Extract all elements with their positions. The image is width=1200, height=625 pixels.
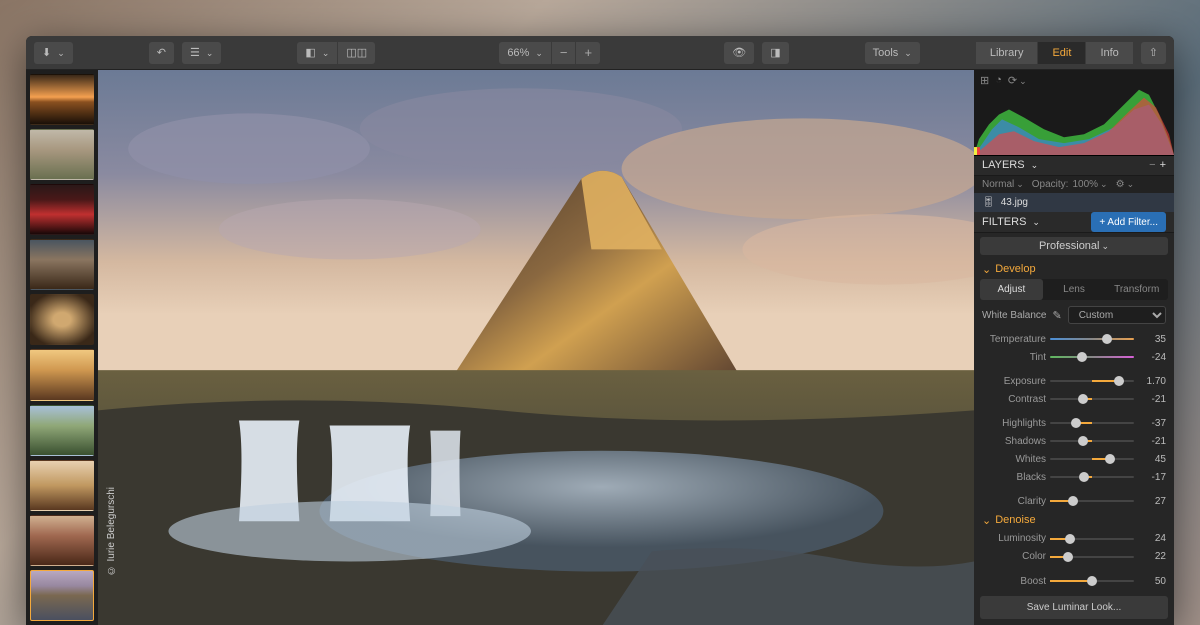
zoom-in-button[interactable]: + — [576, 42, 600, 64]
thumbnail[interactable] — [30, 184, 94, 235]
thumbnail[interactable] — [30, 570, 94, 621]
list-icon: ☰ — [190, 46, 200, 59]
opacity-value[interactable]: 100% — [1072, 179, 1107, 190]
wb-label: White Balance — [982, 310, 1046, 321]
slider-shadows[interactable]: Shadows -21 — [974, 432, 1174, 450]
blend-mode[interactable]: Normal — [982, 179, 1024, 190]
thumbnail[interactable] — [30, 239, 94, 290]
thumbnail[interactable] — [30, 405, 94, 456]
layers-header[interactable]: LAYERS − + — [974, 156, 1174, 176]
tab-adjust[interactable]: Adjust — [980, 279, 1043, 300]
slider-highlights[interactable]: Highlights -37 — [974, 414, 1174, 432]
histogram[interactable]: ⊞ ◔ ⟳ — [974, 70, 1174, 156]
image-credit: © Iurie Belegurschi — [106, 487, 117, 575]
wb-mode-select[interactable]: Custom — [1068, 306, 1166, 324]
gear-icon[interactable]: ⚙ — [1116, 179, 1135, 190]
tab-library[interactable]: Library — [976, 42, 1038, 64]
denoise-section[interactable]: ⌄ Denoise — [974, 510, 1174, 530]
chevron-down-icon: ⌄ — [982, 263, 991, 276]
layout-button[interactable]: ◧ — [297, 42, 337, 64]
adjustment-icon: 🎚 — [982, 197, 995, 208]
main-image — [98, 70, 974, 625]
slider-whites[interactable]: Whites 45 — [974, 450, 1174, 468]
share-icon: ⇧ — [1149, 46, 1158, 59]
save-look-button[interactable]: Save Luminar Look... — [980, 596, 1168, 619]
compare-button[interactable]: ◫◫ — [338, 42, 375, 64]
share-button[interactable]: ⇧ — [1141, 42, 1166, 64]
hist-mode-icon[interactable]: ⊞ — [980, 74, 989, 87]
canvas[interactable]: © Iurie Belegurschi — [98, 70, 974, 625]
side-panel: ⊞ ◔ ⟳ LAYERS − + Normal — [974, 70, 1174, 625]
thumbnail[interactable] — [30, 294, 94, 345]
add-layer-icon[interactable]: + — [1160, 159, 1166, 171]
thumbnail-strip[interactable] — [26, 70, 98, 625]
opacity-label: Opacity: — [1032, 179, 1069, 190]
layer-item[interactable]: 🎚 43.jpg — [974, 193, 1174, 213]
add-filter-button[interactable]: + Add Filter... — [1091, 212, 1166, 232]
thumbnail[interactable] — [30, 74, 94, 125]
slider-luminosity[interactable]: Luminosity 24 — [974, 530, 1174, 548]
sidebar-icon: ◧ — [305, 46, 315, 59]
slider-tint[interactable]: Tint -24 — [974, 348, 1174, 366]
split-preview-button[interactable]: ◨ — [762, 42, 788, 64]
tools-menu[interactable]: Tools — [865, 42, 920, 64]
thumbnail[interactable] — [30, 460, 94, 511]
preset-selector[interactable]: Professional — [980, 237, 1168, 255]
layer-options: Normal Opacity: 100% ⚙ — [974, 176, 1174, 193]
zoom-level[interactable]: 66% — [499, 42, 551, 64]
hist-clip-icon[interactable]: ◔ — [995, 74, 1002, 87]
toolbar: ⬇ ↶ ☰ ◧ ◫◫ 66% − + 👁 ◨ Tools Library Edi… — [26, 36, 1174, 70]
slider-color[interactable]: Color 22 — [974, 548, 1174, 566]
view-tabs: Library Edit Info — [976, 42, 1133, 64]
tab-info[interactable]: Info — [1086, 42, 1132, 64]
hist-refresh-icon[interactable]: ⟳ — [1008, 74, 1027, 87]
undo-icon: ↶ — [157, 46, 166, 59]
download-icon: ⬇ — [42, 46, 51, 59]
slider-blacks[interactable]: Blacks -17 — [974, 468, 1174, 486]
compare-icon: ◫◫ — [346, 46, 367, 59]
eyedropper-icon[interactable]: ✎ — [1052, 309, 1061, 322]
tab-lens[interactable]: Lens — [1043, 279, 1106, 300]
zoom-out-button[interactable]: − — [552, 42, 576, 64]
develop-section[interactable]: ⌄ Develop — [974, 259, 1174, 279]
app-window: ⬇ ↶ ☰ ◧ ◫◫ 66% − + 👁 ◨ Tools Library Edi… — [26, 36, 1174, 625]
history-button[interactable]: ☰ — [182, 42, 221, 64]
filters-header[interactable]: FILTERS + Add Filter... — [974, 212, 1174, 233]
undo-button[interactable]: ↶ — [149, 42, 174, 64]
thumbnail[interactable] — [30, 349, 94, 400]
slider-exposure[interactable]: Exposure 1.70 — [974, 372, 1174, 390]
eye-icon: 👁 — [732, 46, 746, 59]
remove-layer-icon[interactable]: − — [1149, 159, 1155, 171]
slider-contrast[interactable]: Contrast -21 — [974, 390, 1174, 408]
thumbnail[interactable] — [30, 515, 94, 566]
slider-boost[interactable]: Boost 50 — [974, 572, 1174, 590]
tab-transform[interactable]: Transform — [1105, 279, 1168, 300]
preview-button[interactable]: 👁 — [724, 42, 754, 64]
tab-edit[interactable]: Edit — [1038, 42, 1085, 64]
slider-temperature[interactable]: Temperature 35 — [974, 330, 1174, 348]
export-button[interactable]: ⬇ — [34, 42, 73, 64]
split-icon: ◨ — [770, 46, 780, 59]
chevron-down-icon: ⌄ — [982, 514, 991, 527]
slider-clarity[interactable]: Clarity 27 — [974, 492, 1174, 510]
thumbnail[interactable] — [30, 129, 94, 180]
develop-tabs: Adjust Lens Transform — [980, 279, 1168, 300]
